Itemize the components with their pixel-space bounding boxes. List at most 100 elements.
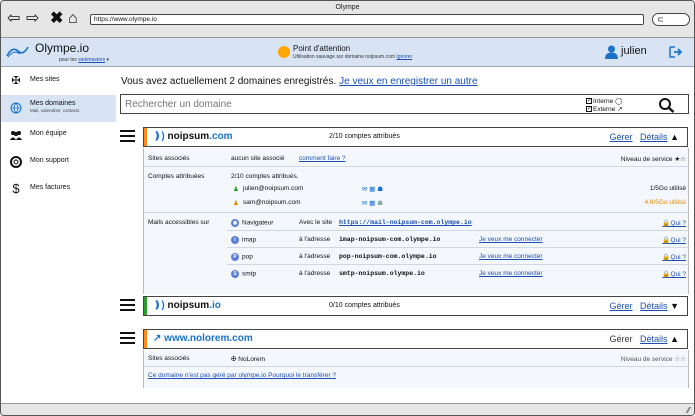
- sidebar-item-label: Mes sites: [30, 76, 60, 83]
- webmail-link[interactable]: https://mail-noipsum-com.olympe.io: [339, 219, 472, 226]
- domain-count-text: Vous avez actuellement 2 domaines enregi…: [121, 76, 337, 87]
- domain-name: ❫) noipsum.io: [153, 300, 221, 311]
- gear-icon: ✠: [11, 75, 21, 87]
- domain-label: www.nolorem: [164, 333, 230, 344]
- register-domain-link[interactable]: Je veux en enregistrer un autre: [339, 76, 477, 87]
- sidebar-item-team[interactable]: Mon équipe: [1, 122, 116, 149]
- url-bar[interactable]: https://www.olympe.io: [90, 14, 644, 25]
- domain-actions: Gérer Détails ▲: [610, 132, 679, 142]
- globe-icon: [10, 102, 22, 114]
- manage-label-disabled: Gérer: [609, 334, 633, 344]
- domain-accent: [144, 330, 147, 348]
- connect-link[interactable]: Je veux me connecter: [479, 270, 543, 277]
- manage-link[interactable]: Gérer: [610, 301, 633, 311]
- who-link[interactable]: 🔒Qui ?: [662, 270, 686, 278]
- chevron-up-icon[interactable]: ▲: [670, 132, 679, 142]
- sites-help-link[interactable]: comment faire ?: [299, 155, 346, 162]
- domain-label: noipsum: [167, 300, 210, 311]
- contacts-icon-disabled: ☗: [377, 200, 384, 207]
- domain-bar[interactable]: ❫) noipsum.io 0/10 comptes attribués Gér…: [143, 296, 688, 316]
- who-label: Qui ?: [670, 220, 686, 227]
- domain-search: Rechercher un domaine ✓Interne ◯ ✓Extern…: [120, 94, 689, 114]
- divider: [227, 264, 690, 265]
- sites-label: Sites associés: [148, 155, 190, 162]
- search-icon[interactable]: [658, 97, 675, 113]
- details-link[interactable]: Détails: [640, 301, 668, 311]
- mail-calendar-contacts-icons[interactable]: ✉ ▦ ☗: [362, 185, 383, 193]
- alert-title: Point d'attention: [293, 44, 351, 53]
- who-link[interactable]: 🔒Qui ?: [662, 253, 686, 261]
- mail-proto: ◉ Navigateur: [231, 219, 273, 227]
- checkbox-checked-icon[interactable]: ✓: [586, 106, 592, 113]
- user-icon: ♟: [233, 200, 239, 207]
- menu-icon[interactable]: [120, 299, 135, 311]
- sidebar-item-label: Mes domaines: [30, 100, 76, 107]
- browser-chrome: Olympe ⇦ ⇨ ✖ ⌂ https://www.olympe.io ⊂: [1, 1, 694, 38]
- p-icon: P: [231, 253, 239, 261]
- sidebar-item-label: Mon support: [30, 157, 69, 164]
- filter-external-label: Externe: [593, 106, 616, 113]
- filter-external[interactable]: ✓Externe ↗: [586, 105, 623, 113]
- window-title: Olympe: [335, 4, 360, 11]
- connect-link[interactable]: Je veux me connecter: [479, 253, 543, 260]
- chevron-down-icon[interactable]: ▾: [107, 57, 110, 63]
- service-level: Niveau de service ★☆: [621, 155, 686, 163]
- filter-internal[interactable]: ✓Interne ◯: [586, 97, 622, 105]
- back-icon[interactable]: ⇦: [7, 11, 20, 27]
- star-icon[interactable]: ★☆: [674, 156, 686, 163]
- star-icon[interactable]: ☆☆: [674, 356, 686, 363]
- menu-icon[interactable]: [120, 332, 135, 344]
- app-name: Olympe.io: [35, 41, 90, 55]
- menu-icon[interactable]: [120, 130, 135, 142]
- main-content: Vous avez actuellement 2 domaines enregi…: [117, 68, 694, 402]
- logout-icon[interactable]: [669, 46, 682, 58]
- home-icon[interactable]: ⌂: [68, 11, 78, 27]
- domain-header: ↗ www.nolorem.com Gérer Détails ▲: [120, 329, 689, 349]
- browser-search-icon[interactable]: ⊂: [652, 13, 690, 26]
- domain-header: ❫) noipsum.com 2/10 comptes attribués Gé…: [120, 127, 689, 147]
- manage-link[interactable]: Gérer: [610, 132, 633, 142]
- mail-prefix: à l'adresse: [299, 236, 331, 243]
- mail-label: Mails accessibles sur: [148, 219, 210, 226]
- close-icon[interactable]: ✖: [50, 11, 63, 27]
- user-icon: ♟: [233, 186, 239, 193]
- mail-proto: Ppop: [231, 253, 253, 261]
- domain-bar[interactable]: ❫) noipsum.com 2/10 comptes attribués Gé…: [143, 127, 688, 147]
- transfer-link[interactable]: Ce domaine n'est pas géré par olympe.io …: [148, 372, 336, 379]
- domain-actions: Gérer Détails ▼: [610, 301, 679, 311]
- external-link-icon: ↗: [153, 333, 162, 344]
- who-label: Qui ?: [670, 237, 686, 244]
- domain-tld: .com: [209, 131, 233, 142]
- connect-link[interactable]: Je veux me connecter: [479, 236, 543, 243]
- checkbox-checked-icon[interactable]: ✓: [586, 98, 592, 105]
- team-icon: [10, 129, 22, 141]
- resize-handle-icon[interactable]: ⁄⁄: [687, 406, 690, 415]
- mail-prefix: à l'adresse: [299, 270, 331, 277]
- mail-proto: Ssmtp: [231, 270, 256, 278]
- chevron-down-icon[interactable]: ▼: [670, 301, 679, 311]
- mail-proto: i imap: [231, 236, 256, 244]
- domain-tld: .com: [229, 333, 253, 344]
- username[interactable]: julien: [621, 45, 647, 57]
- sidebar-item-support[interactable]: Mon support: [1, 149, 116, 176]
- sidebar-item-domains[interactable]: Mes domaines Mail, calendrier, contacts: [1, 95, 116, 122]
- account-email: sam@noipsum.com: [243, 199, 301, 206]
- tagline-link[interactable]: webmasters: [78, 57, 105, 63]
- who-link[interactable]: 🔒Qui ?: [662, 219, 686, 227]
- mail-address: smtp-noipsum.olympe.io: [339, 270, 425, 277]
- domain-tld: .io: [209, 300, 221, 311]
- who-link[interactable]: 🔒Qui ?: [662, 236, 686, 244]
- chevron-up-icon[interactable]: ▲: [670, 334, 679, 344]
- details-link[interactable]: Détails: [640, 132, 668, 142]
- mail-calendar-contacts-icons[interactable]: ✉ ▦ ☗: [362, 199, 383, 207]
- user-icon[interactable]: [605, 45, 618, 59]
- account-usage-warning: 4.6/5Go utilisé: [644, 199, 686, 206]
- search-input[interactable]: Rechercher un domaine: [125, 99, 232, 110]
- details-link[interactable]: Détails: [640, 334, 668, 344]
- sidebar-item-sites[interactable]: ✠ Mes sites: [1, 68, 116, 95]
- sidebar-item-invoices[interactable]: $ Mes factures: [1, 176, 116, 203]
- alert-ignore-link[interactable]: Ignorer: [396, 54, 412, 60]
- refresh-icon: ◯: [615, 98, 623, 105]
- domain-bar[interactable]: ↗ www.nolorem.com Gérer Détails ▲: [143, 329, 688, 349]
- forward-icon[interactable]: ⇨: [26, 11, 39, 27]
